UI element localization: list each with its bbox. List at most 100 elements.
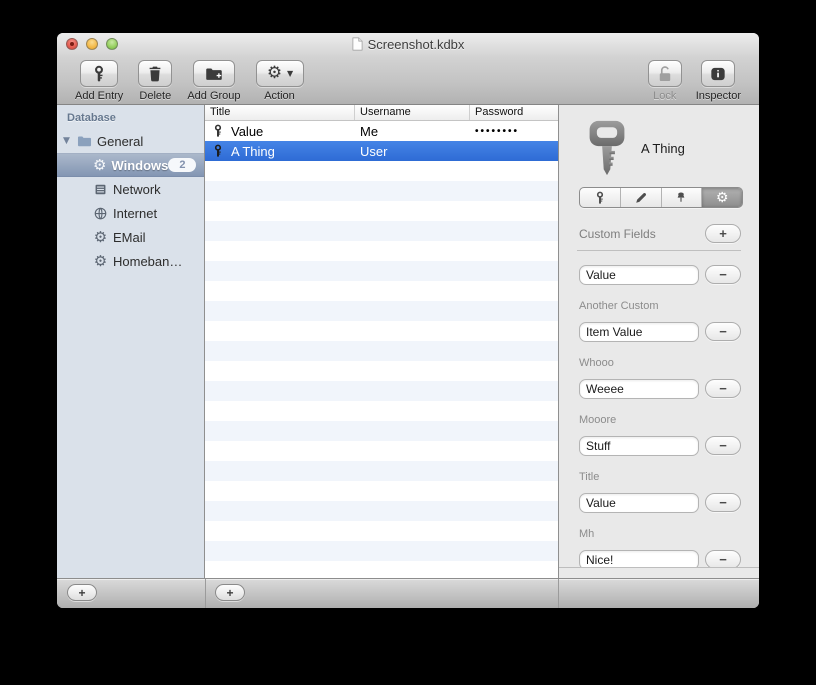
inspector-tab-pencil[interactable] [621,188,662,207]
remove-field-button[interactable]: − [705,436,741,455]
key-icon [211,124,225,138]
globe-icon [93,206,108,221]
table-row-empty [205,361,558,381]
custom-field-value-input[interactable] [579,492,699,513]
sidebar-item-windows[interactable]: ⚙ Windows 2 [57,153,204,177]
table-row-empty [205,261,558,281]
entry-title-text: A Thing [231,143,275,159]
gear-icon: ⚙ [93,251,108,270]
table-row[interactable]: A Thing User [205,141,558,161]
add-custom-field-button[interactable]: + [705,224,741,243]
add-entry-bottom-button[interactable]: + [215,584,245,601]
inspector-tab-bar: ⚙ [579,187,743,208]
toolbar-button-action[interactable]: ⚙ ▼ Action [255,60,304,102]
toolbar-button-inspector[interactable]: Inspector [696,60,741,102]
custom-field-row: − [559,378,759,399]
custom-fields-header: Custom Fields + [559,224,759,243]
divider [205,579,206,608]
toolbar-button-label: Action [264,90,295,102]
custom-field-label: Mh [579,528,595,540]
custom-field-value-input[interactable] [579,378,699,399]
gear-icon: ⚙ [715,189,729,206]
toolbar-button-add-group[interactable]: Add Group [187,60,241,102]
cell-title: Value [205,124,355,139]
gear-icon: ⚙ [93,227,108,246]
disclosure-triangle-icon[interactable]: ▼ [63,136,77,146]
key-icon [90,65,108,83]
trash-icon [146,65,164,83]
remove-field-button[interactable]: − [705,265,741,284]
remove-field-button[interactable]: − [705,322,741,341]
table-row-empty [205,501,558,521]
app-window: Screenshot.kdbx Add Entry Delete Add Group… [57,33,759,608]
sidebar-item-email[interactable]: ⚙ EMail [57,225,204,249]
table-row-empty [205,461,558,481]
sidebar-item-label: General [97,133,144,149]
toolbar-button-delete[interactable]: Delete [138,60,173,102]
custom-field-label: Mooore [579,414,617,426]
toolbar-button-bezel [647,60,682,87]
pencil-icon [634,191,648,205]
gear-icon: ⚙ [266,63,283,83]
custom-field-value-input[interactable] [579,435,699,456]
inspector-tab-gear[interactable]: ⚙ [702,188,742,207]
remove-field-button[interactable]: − [705,493,741,512]
custom-field-label: Title [579,471,600,483]
table-row-empty [205,381,558,401]
key-icon [211,144,225,158]
table-row-empty [205,241,558,261]
toolbar-button-bezel [80,60,119,87]
toolbar-button-label: Lock [653,90,677,102]
key-icon [593,191,607,205]
column-header-password[interactable]: Password [470,105,558,120]
custom-field-label: Another Custom [579,300,659,312]
sidebar-item-internet[interactable]: Internet [57,201,204,225]
table-row-empty [205,521,558,541]
table-row[interactable]: Value Me •••••••• [205,121,558,141]
info-icon [709,65,727,83]
cell-username: User [360,143,388,159]
sidebar-item-label: Windows [111,157,169,173]
table-row-empty [205,341,558,361]
inspector-entry-header: A Thing [559,105,759,179]
sidebar-item-network[interactable]: Network [57,177,204,201]
table-row-empty [205,301,558,321]
add-group-bottom-button[interactable]: + [67,584,97,601]
document-icon [352,37,363,51]
pin-icon [674,191,688,205]
remove-field-button[interactable]: − [705,379,741,398]
custom-fields-title: Custom Fields [579,226,656,241]
table-row-empty [205,421,558,441]
cell-title: A Thing [205,144,355,159]
custom-field-row: − [559,321,759,342]
custom-field-row: − [559,549,759,567]
table-row-empty [205,441,558,461]
sidebar-item-general[interactable]: ▼ General [57,129,204,153]
server-icon [93,182,108,197]
column-header-username[interactable]: Username [355,105,470,120]
entry-key-icon [585,119,629,177]
table-row-empty [205,561,558,578]
toolbar-button-bezel: ⚙ ▼ [255,60,304,87]
custom-field-value-input[interactable] [579,264,699,285]
custom-field-value-input[interactable] [579,549,699,567]
titlebar[interactable]: Screenshot.kdbx [57,33,759,55]
main-content: Database ▼ General ⚙ Windows 2 Network Interne… [57,105,759,578]
custom-field-value-input[interactable] [579,321,699,342]
table-row-empty [205,321,558,341]
custom-field-row: − [559,264,759,285]
table-row-empty [205,161,558,181]
window-title: Screenshot.kdbx [367,36,465,52]
sidebar-item-homeban[interactable]: ⚙ Homeban… [57,249,204,273]
remove-field-button[interactable]: − [705,550,741,567]
inspector-tab-key[interactable] [580,188,621,207]
inspector-tab-pin[interactable] [662,188,703,207]
lock-open-icon [656,65,674,83]
custom-field-row: − [559,435,759,456]
column-header-title[interactable]: Title [205,105,355,120]
table-row-empty [205,401,558,421]
toolbar-button-add-entry[interactable]: Add Entry [75,60,123,102]
entry-count-badge: 2 [168,158,197,172]
toolbar-button-bezel [701,60,736,87]
table-row-empty [205,541,558,561]
